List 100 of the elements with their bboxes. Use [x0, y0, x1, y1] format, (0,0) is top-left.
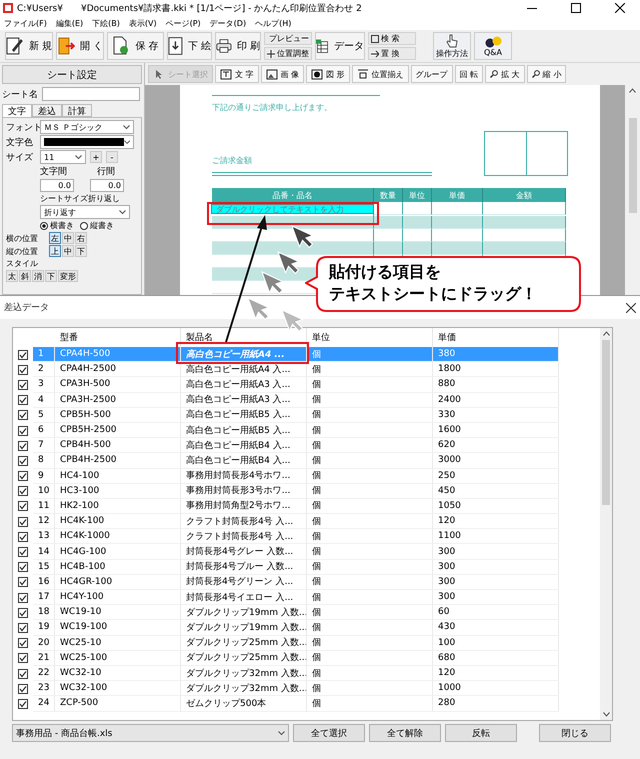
toolbar-button[interactable]: 検 索: [368, 32, 416, 45]
toolbar-button[interactable]: 置 換: [368, 47, 416, 60]
table-cell[interactable]: 封筒長形4号イエロー 入...: [181, 590, 307, 606]
checkbox[interactable]: [18, 456, 28, 466]
menu-item[interactable]: 編集(E): [56, 18, 84, 28]
radio-option[interactable]: 横書き: [40, 220, 74, 231]
checkbox[interactable]: [18, 410, 28, 420]
checkbox[interactable]: [18, 380, 28, 390]
table-cell[interactable]: 事務用封筒角型2号ホワ...: [181, 498, 307, 514]
tool-button[interactable]: 縮 小: [526, 65, 566, 83]
color-select[interactable]: [40, 135, 134, 149]
align-button[interactable]: 下: [75, 245, 87, 257]
checkbox[interactable]: [18, 562, 28, 572]
table-cell[interactable]: 高白色コピー用紙B5 入...: [181, 422, 307, 438]
checkbox[interactable]: [18, 532, 28, 542]
size-step-button[interactable]: +: [90, 151, 102, 163]
checkbox[interactable]: [18, 501, 28, 512]
checkbox[interactable]: [18, 426, 28, 436]
checkbox[interactable]: [18, 668, 28, 679]
sheet-name-field[interactable]: [42, 87, 140, 101]
menu-item[interactable]: 表示(V): [128, 18, 157, 28]
menu-item[interactable]: ページ(P): [166, 18, 201, 28]
toolbar-button[interactable]: 位置調整: [264, 47, 312, 60]
toolbar-button[interactable]: 操作方法: [433, 32, 471, 60]
dialog-button[interactable]: 全て解除: [369, 724, 441, 742]
table-cell[interactable]: 高白色コピー用紙B5 入...: [181, 408, 307, 423]
scrollbar-thumb[interactable]: [602, 340, 610, 505]
toolbar-button[interactable]: 下 絵: [167, 32, 212, 60]
table-cell[interactable]: クラフト封筒長形4号 入...: [181, 529, 307, 544]
checkbox[interactable]: [18, 653, 28, 664]
toolbar-button[interactable]: 保 存: [107, 32, 164, 60]
align-button[interactable]: 中: [62, 232, 74, 244]
tool-button[interactable]: 拡 大: [485, 65, 525, 83]
spin-field[interactable]: 0.0: [90, 179, 124, 192]
menu-item[interactable]: 下絵(B): [92, 18, 120, 28]
menu-item[interactable]: データ(D): [210, 18, 246, 28]
checkbox[interactable]: [18, 608, 28, 618]
tool-button[interactable]: 図 形: [306, 65, 350, 83]
tab[interactable]: 文字: [2, 104, 32, 117]
scroll-up-icon[interactable]: [602, 331, 610, 336]
align-button[interactable]: 中: [62, 245, 74, 257]
style-button[interactable]: 斜: [19, 270, 31, 282]
table-cell[interactable]: 高白色コピー用紙B4 入...: [181, 438, 307, 454]
table-cell[interactable]: 高白色コピー用紙B4 入...: [181, 453, 307, 468]
checkbox[interactable]: [18, 698, 28, 709]
tool-button[interactable]: グループ: [410, 65, 453, 83]
tool-button[interactable]: 回 転: [454, 65, 484, 83]
dialog-button[interactable]: 全て選択: [293, 724, 365, 742]
table-cell[interactable]: 封筒長形4号ブルー 入数...: [181, 560, 307, 575]
scroll-up-icon[interactable]: [629, 88, 636, 93]
toolbar-button[interactable]: 印 刷: [215, 32, 261, 60]
checkbox[interactable]: [18, 516, 28, 527]
checkbox[interactable]: [18, 638, 28, 648]
close-icon[interactable]: [626, 302, 636, 312]
toolbar-button[interactable]: Q&A: [474, 32, 512, 60]
toolbar-button[interactable]: 開 く: [56, 32, 104, 60]
size-select[interactable]: 11: [40, 150, 86, 164]
table-cell[interactable]: 高白色コピー用紙A4 入...: [181, 362, 307, 378]
table-cell[interactable]: 封筒長形4号グリーン 入...: [181, 574, 307, 590]
checkbox[interactable]: [18, 440, 28, 451]
checkbox[interactable]: [18, 350, 28, 360]
table-cell[interactable]: 高白色コピー用紙A3 入...: [181, 392, 307, 408]
table-cell[interactable]: 高白色コピー用紙A3 入...: [181, 377, 307, 393]
close-button[interactable]: 閉じる: [539, 724, 611, 742]
tab[interactable]: 差込: [32, 104, 62, 117]
style-button[interactable]: 消: [32, 270, 44, 282]
table-cell[interactable]: 封筒長形4号グレー 入数...: [181, 544, 307, 560]
checkbox[interactable]: [18, 684, 28, 694]
tool-button[interactable]: 文 字: [215, 65, 259, 83]
menu-item[interactable]: ファイル(F): [4, 18, 47, 28]
table-cell[interactable]: 事務用封筒長形4号ホワ...: [181, 468, 307, 484]
tool-button[interactable]: 位置揃え: [352, 65, 409, 83]
wrap-select[interactable]: 折り返す: [40, 205, 130, 219]
checkbox[interactable]: [18, 471, 28, 482]
menu-item[interactable]: ヘルプ(H): [255, 18, 292, 28]
style-button[interactable]: 変形: [58, 270, 78, 282]
size-step-button[interactable]: -: [106, 151, 118, 163]
checkbox[interactable]: [18, 577, 28, 588]
radio-option[interactable]: 縦書き: [80, 220, 114, 231]
checkbox[interactable]: [18, 547, 28, 558]
file-select[interactable]: 事務用品 - 商品台帳.xls: [12, 724, 289, 742]
table-cell[interactable]: ゼムクリップ500本: [181, 696, 307, 712]
table-cell[interactable]: 事務用封筒長形3号ホワ...: [181, 484, 307, 499]
align-button[interactable]: 上: [49, 245, 61, 257]
checkbox[interactable]: [18, 364, 28, 375]
scroll-down-icon[interactable]: [602, 712, 610, 717]
spin-field[interactable]: 0.0: [40, 179, 74, 192]
font-select[interactable]: ＭＳ Ｐゴシック: [40, 120, 134, 134]
dialog-button[interactable]: 反転: [445, 724, 517, 742]
table-cell[interactable]: クラフト封筒長形4号 入...: [181, 514, 307, 530]
toolbar-button[interactable]: プレビュー: [264, 32, 312, 45]
style-button[interactable]: 太: [6, 270, 18, 282]
align-button[interactable]: 左: [49, 232, 61, 244]
scrollbar-thumb[interactable]: [628, 118, 636, 213]
style-button[interactable]: 下: [45, 270, 57, 282]
toolbar-button[interactable]: 新 規: [5, 32, 53, 60]
checkbox[interactable]: [18, 622, 28, 633]
tab[interactable]: 計算: [62, 104, 92, 117]
text-sheet[interactable]: ダブルクリックしてテキストを入力: [212, 205, 373, 213]
checkbox[interactable]: [18, 592, 28, 603]
